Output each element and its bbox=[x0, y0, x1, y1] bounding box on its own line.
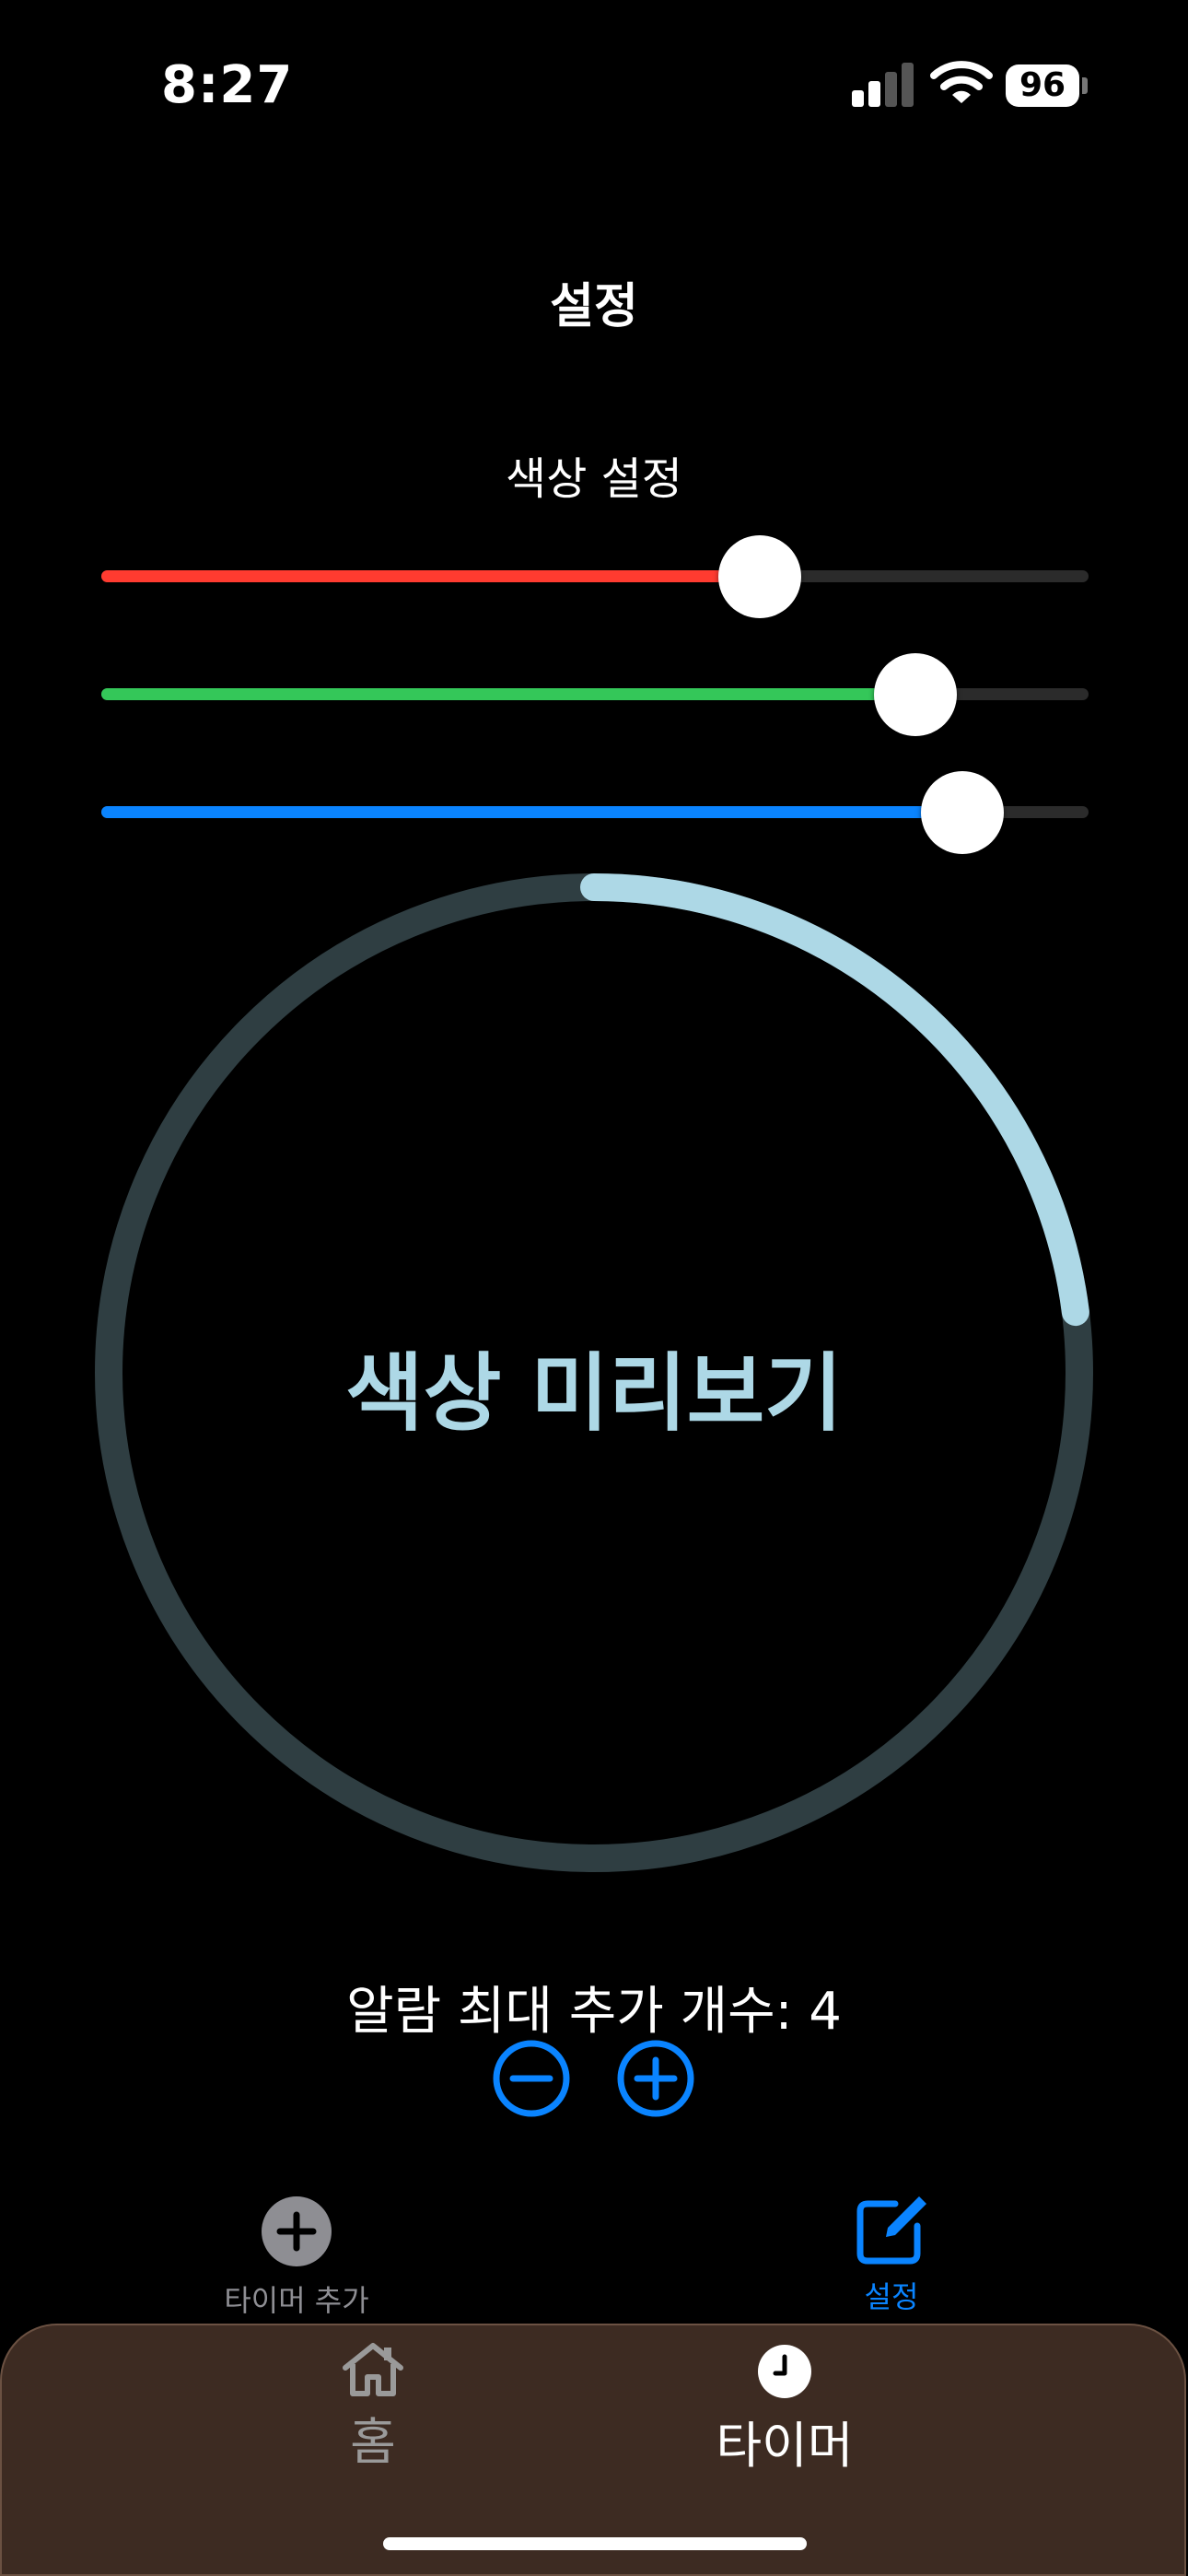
alarm-max-count-label: 알람 최대 추가 개수: 4 bbox=[346, 1982, 842, 2042]
tab-add-timer-label: 타이머 추가 bbox=[224, 2283, 369, 2318]
increment-button[interactable] bbox=[617, 2040, 694, 2117]
house-icon bbox=[343, 2343, 403, 2396]
tab-home[interactable]: 홈 bbox=[281, 2340, 465, 2474]
tab-timer[interactable]: 타이머 bbox=[693, 2344, 877, 2477]
color-preview-label: 색상 미리보기 bbox=[345, 1344, 843, 1443]
home-indicator bbox=[383, 2537, 807, 2550]
tab-timer-label: 타이머 bbox=[716, 2417, 854, 2475]
tab-add-timer[interactable]: 타이머 추가 bbox=[204, 2195, 389, 2320]
tab-settings[interactable]: 설정 bbox=[799, 2191, 984, 2316]
plus-circle-icon bbox=[262, 2196, 332, 2266]
tab-home-label: 홈 bbox=[350, 2413, 396, 2471]
tab-settings-label: 설정 bbox=[864, 2279, 919, 2314]
color-preview-ring bbox=[95, 873, 1093, 1872]
square-pencil-icon bbox=[856, 2196, 926, 2265]
clock-icon bbox=[758, 2345, 811, 2398]
decrement-button[interactable] bbox=[493, 2040, 570, 2117]
